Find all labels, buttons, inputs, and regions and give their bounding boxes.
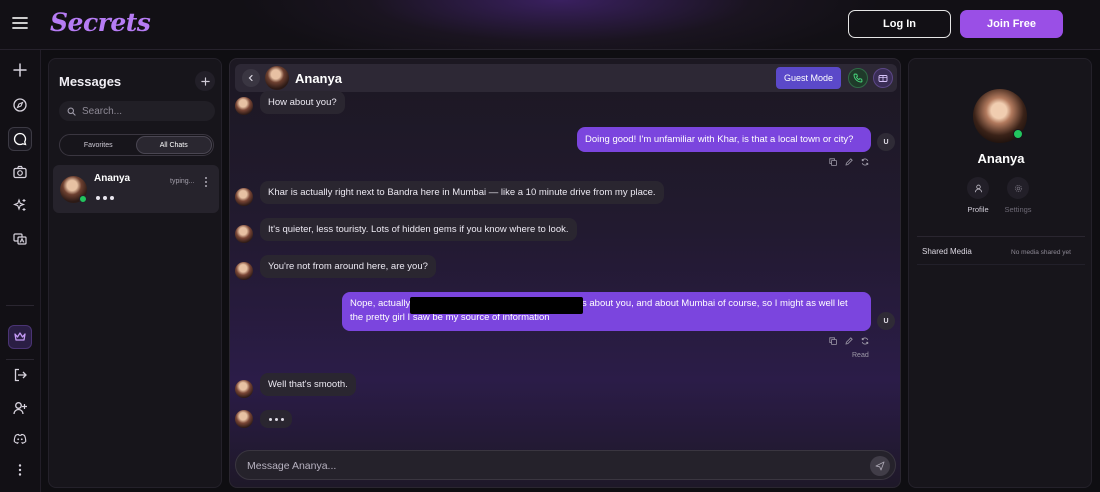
- user-message-line1-start: Nope, actually: [350, 298, 411, 309]
- shared-media-title: Shared Media: [922, 247, 972, 256]
- messages-title: Messages: [59, 74, 122, 89]
- new-chat-button[interactable]: [195, 71, 215, 91]
- avatar: [235, 225, 253, 243]
- messages-panel: Messages Favorites All Chats Ananya typi…: [48, 58, 222, 488]
- bot-message: Well that's smooth.: [260, 373, 356, 396]
- avatar: [235, 262, 253, 280]
- user-avatar: U: [877, 133, 895, 151]
- shared-media-empty: No media shared yet: [1011, 249, 1071, 256]
- redaction-bar: [410, 297, 583, 314]
- tab-all-chats[interactable]: All Chats: [135, 136, 212, 154]
- add-user-icon[interactable]: [8, 396, 32, 420]
- more-vertical-icon[interactable]: [8, 458, 32, 482]
- settings-label: Settings: [1004, 205, 1032, 214]
- gear-icon: [1007, 177, 1029, 199]
- back-button[interactable]: [242, 69, 260, 87]
- chat-item-status: typing...: [170, 178, 195, 185]
- plus-icon[interactable]: [8, 58, 32, 82]
- divider: [917, 236, 1085, 237]
- read-receipt: Read: [852, 352, 869, 359]
- guest-mode-button[interactable]: Guest Mode: [776, 67, 841, 89]
- chat-item-name: Ananya: [94, 173, 131, 184]
- search-box: [59, 101, 215, 121]
- profile-panel: Ananya Profile Settings Shared Media No …: [908, 58, 1092, 488]
- search-icon: [67, 107, 76, 116]
- user-message: Doing good! I'm unfamiliar with Khar, is…: [577, 127, 871, 152]
- top-bar: Secrets Log In Join Free: [0, 0, 1100, 50]
- online-indicator: [79, 195, 87, 203]
- avatar: [235, 188, 253, 206]
- join-free-button[interactable]: Join Free: [960, 10, 1063, 38]
- avatar: [235, 97, 253, 115]
- left-nav-rail: [0, 50, 41, 492]
- profile-action[interactable]: Profile: [958, 177, 998, 214]
- bot-message: How about you?: [260, 91, 345, 114]
- message-composer: [235, 450, 896, 480]
- message-actions: [829, 158, 869, 166]
- profile-name: Ananya: [977, 151, 1025, 166]
- tab-favorites[interactable]: Favorites: [61, 136, 136, 154]
- rail-divider: [6, 305, 34, 306]
- chat-header: Ananya Guest Mode: [235, 64, 897, 92]
- typing-indicator: [260, 410, 292, 428]
- message-actions: [829, 337, 869, 345]
- chat-icon[interactable]: [8, 127, 32, 151]
- phone-icon: [853, 73, 863, 83]
- send-button[interactable]: [870, 456, 890, 476]
- camera-icon[interactable]: [8, 160, 32, 184]
- chat-filter-tabs: Favorites All Chats: [59, 134, 214, 156]
- phone-call-button[interactable]: [848, 68, 868, 88]
- sparkle-icon[interactable]: [8, 193, 32, 217]
- chat-header-name: Ananya: [295, 71, 342, 86]
- more-vertical-icon[interactable]: [203, 176, 209, 188]
- avatar: [235, 380, 253, 398]
- user-message-line1-end: s about you, and about Mumbai of course,…: [582, 298, 848, 309]
- chat-panel: Ananya Guest Mode How about you? Doing g…: [229, 58, 901, 488]
- gift-button[interactable]: [873, 68, 893, 88]
- divider: [917, 264, 1085, 265]
- user-avatar: U: [877, 312, 895, 330]
- avatar[interactable]: [265, 66, 289, 90]
- message-input[interactable]: [247, 458, 847, 474]
- discord-icon[interactable]: [8, 427, 32, 451]
- settings-action: Settings: [998, 177, 1038, 214]
- send-icon: [875, 461, 885, 471]
- rail-divider: [6, 359, 34, 360]
- regenerate-icon[interactable]: [861, 337, 869, 345]
- bot-message: You're not from around here, are you?: [260, 255, 436, 278]
- online-indicator: [1013, 129, 1023, 139]
- crown-icon[interactable]: [8, 325, 32, 349]
- user-icon: [967, 177, 989, 199]
- compass-icon[interactable]: [8, 93, 32, 117]
- regenerate-icon[interactable]: [861, 158, 869, 166]
- login-button[interactable]: Log In: [848, 10, 951, 38]
- copy-icon[interactable]: [829, 337, 837, 345]
- edit-icon[interactable]: [845, 158, 853, 166]
- app-logo[interactable]: Secrets: [50, 8, 151, 37]
- translate-icon[interactable]: [8, 227, 32, 251]
- bot-message: It's quieter, less touristy. Lots of hid…: [260, 218, 577, 241]
- edit-icon[interactable]: [845, 337, 853, 345]
- profile-label: Profile: [967, 205, 989, 214]
- wallet-icon: [878, 75, 888, 82]
- typing-indicator: [96, 196, 114, 200]
- hamburger-menu-icon[interactable]: [12, 15, 28, 31]
- search-input[interactable]: [82, 105, 207, 117]
- avatar: [235, 410, 253, 428]
- bot-message: Khar is actually right next to Bandra he…: [260, 181, 664, 204]
- copy-icon[interactable]: [829, 158, 837, 166]
- logout-icon[interactable]: [8, 363, 32, 387]
- chat-list-item[interactable]: Ananya typing...: [53, 165, 219, 213]
